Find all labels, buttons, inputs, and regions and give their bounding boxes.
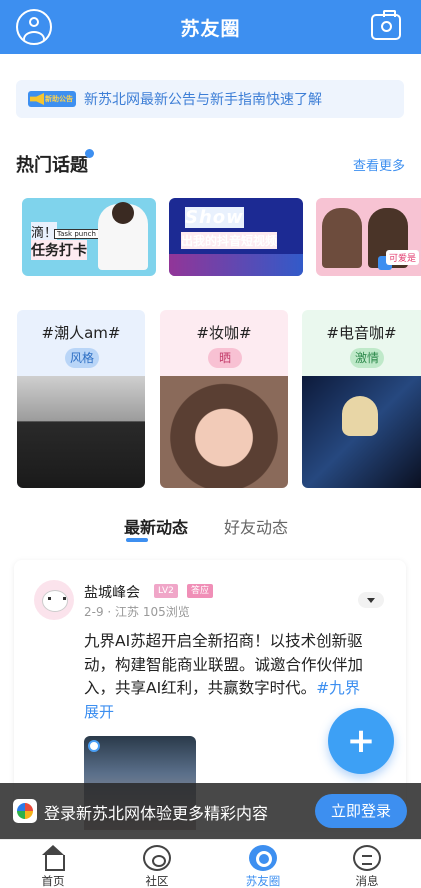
expand-link[interactable]: 展开: [84, 701, 114, 722]
camera-icon[interactable]: [371, 10, 401, 40]
hashtag-link[interactable]: #九界: [316, 679, 360, 697]
chevron-down-icon[interactable]: [358, 592, 384, 608]
topic-name: #潮人am#: [41, 324, 121, 342]
nav-label: 首页: [41, 874, 65, 888]
banner-image: [98, 202, 148, 270]
login-message: 登录新苏北网体验更多精彩内容: [44, 804, 269, 823]
banner-text: 可爱是: [385, 250, 419, 265]
avatar[interactable]: [34, 580, 74, 620]
topic-pill: 激情: [350, 348, 384, 368]
banner-text: 出我的抖音短视频: [181, 232, 278, 249]
megaphone-icon: 新助公告: [28, 91, 76, 107]
community-icon: [143, 845, 171, 871]
create-post-button[interactable]: +: [328, 708, 394, 774]
announcement-text: 新苏北网最新公告与新手指南快速了解: [84, 92, 322, 108]
post-username[interactable]: 盐城峰会: [84, 582, 140, 602]
announcement-bar[interactable]: 新助公告 新苏北网最新公告与新手指南快速了解: [16, 80, 404, 118]
post-content: 九界AI苏超开启全新招商！以技术创新驱动，构建智能商业联盟。诚邀合作伙伴加入，共…: [84, 632, 364, 697]
role-badge: 答应: [187, 584, 214, 598]
topic-pill: 晒: [208, 348, 242, 368]
user-avatar-icon[interactable]: [16, 9, 52, 45]
level-badge: LV2: [154, 584, 178, 598]
topic-photo: [17, 376, 145, 488]
topic-photo: [160, 376, 288, 488]
tab-friends[interactable]: 好友动态: [224, 514, 288, 538]
topic-card[interactable]: #电音咖# 激情: [302, 310, 421, 488]
banner-douyin-show[interactable]: Show 出我的抖音短视频: [169, 198, 303, 276]
topic-pill: 风格: [65, 348, 99, 368]
post-meta: 2-9 · 江苏 105浏览: [84, 605, 190, 619]
section-title: 热门话题: [16, 149, 94, 177]
see-more-link[interactable]: 查看更多: [353, 155, 405, 174]
topic-photo: [302, 376, 421, 488]
nav-label: 苏友圈: [245, 874, 281, 888]
banner-text: Show: [185, 207, 244, 228]
nav-label: 社区: [145, 874, 169, 888]
app-logo-icon: [13, 799, 37, 823]
topic-cards: #潮人am# 风格 #妆咖# 晒 #电音咖# 激情: [0, 310, 421, 488]
banner-cute[interactable]: 可爱是: [316, 198, 421, 276]
home-icon: [39, 845, 67, 871]
nav-circle[interactable]: 苏友圈: [233, 840, 293, 888]
bottom-nav: 首页 社区 苏友圈 消息: [0, 839, 421, 888]
feed-tabs: 最新动态 好友动态: [0, 514, 421, 542]
page-title: 苏友圈: [180, 17, 241, 40]
nav-label: 消息: [355, 874, 379, 888]
banner-tag: Task punch: [54, 229, 99, 239]
topic-name: #妆咖#: [196, 324, 252, 342]
nav-messages[interactable]: 消息: [337, 840, 397, 888]
topic-name: #电音咖#: [326, 324, 397, 342]
nav-community[interactable]: 社区: [127, 840, 187, 888]
login-prompt-bar: 登录新苏北网体验更多精彩内容 立即登录: [0, 783, 421, 839]
top-bar: 苏友圈: [0, 0, 421, 54]
topic-card[interactable]: #妆咖# 晒: [160, 310, 288, 488]
login-button[interactable]: 立即登录: [315, 794, 407, 828]
hot-topics-header: 热门话题 查看更多: [16, 149, 405, 178]
banner-text: 任务打卡: [31, 240, 87, 260]
media-badge-icon: [88, 740, 100, 752]
nav-home[interactable]: 首页: [23, 840, 83, 888]
message-icon: [353, 845, 381, 871]
topic-banner-row: 滴！ Task punch 任务打卡 Show 出我的抖音短视频 可爱是: [0, 198, 421, 276]
circle-icon: [249, 845, 277, 871]
banner-task-punch[interactable]: 滴！ Task punch 任务打卡: [22, 198, 156, 276]
topic-card[interactable]: #潮人am# 风格: [17, 310, 145, 488]
tab-latest[interactable]: 最新动态: [124, 514, 188, 542]
